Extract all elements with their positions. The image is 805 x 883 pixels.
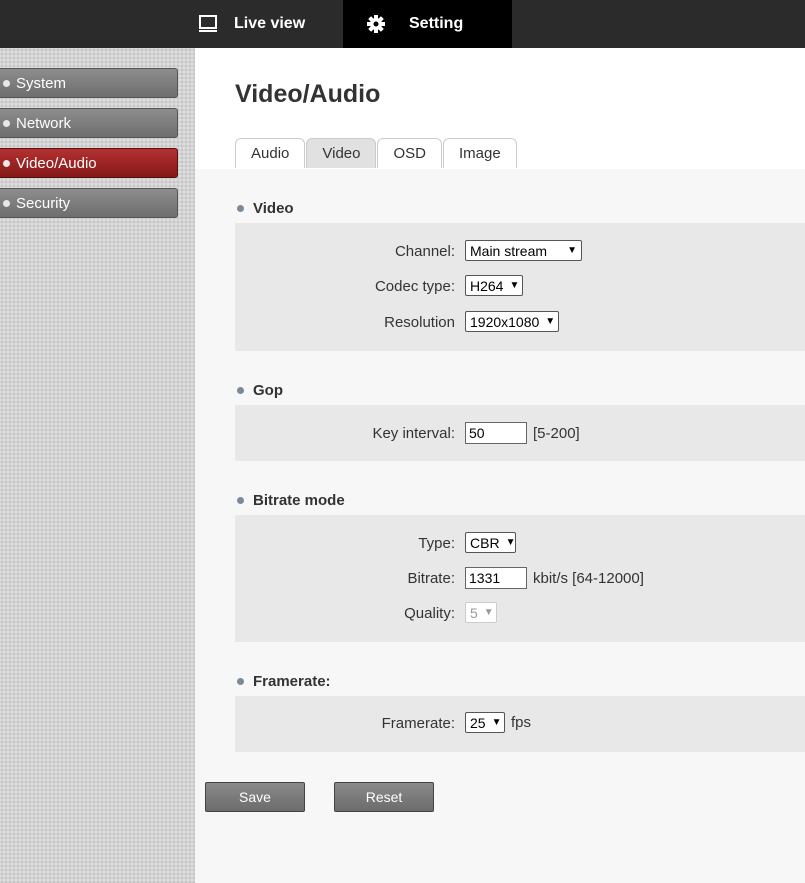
reset-button[interactable]: Reset [334,782,434,812]
sidebar-item-system[interactable]: System [0,68,178,98]
gop-panel: Key interval: [5-200] [235,405,805,461]
chevron-down-icon: ▼ [545,316,556,327]
section-title: Bitrate mode [253,492,345,509]
channel-select[interactable]: Main stream ▼ [465,240,582,261]
chevron-down-icon: ▼ [491,717,502,728]
bullet-icon [237,678,244,685]
section-bitrate-heading: Bitrate mode [237,492,345,509]
channel-value: Main stream [470,242,548,259]
quality-select[interactable]: 5 ▼ [465,602,497,623]
section-video-heading: Video [237,200,294,217]
chevron-down-icon: ▼ [483,607,494,618]
section-title: Gop [253,382,283,399]
sidebar-item-label: System [16,74,67,92]
bullet-icon [3,79,10,87]
key-interval-input[interactable] [465,422,527,444]
tab-image[interactable]: Image [442,138,517,168]
bitrate-type-row: Type: CBR ▼ [235,532,805,556]
nav-tab-live-view[interactable]: Live view [198,0,305,48]
key-interval-label: Key interval: [372,425,455,442]
bitrate-range-hint: kbit/s [64-12000] [533,569,644,587]
chevron-down-icon: ▼ [567,245,577,256]
sidebar: System Network Video/Audio Security [0,48,195,883]
main-content: Video/Audio Audio Video OSD Image Video … [195,48,805,883]
resolution-value: 1920x1080 [470,313,540,330]
nav-tab-live-view-label: Live view [234,15,306,32]
resolution-label: Resolution [384,314,455,331]
bullet-icon [3,159,10,167]
quality-row: Quality: 5 ▼ [235,602,805,626]
bitrate-panel: Type: CBR ▼ Bitrate: kbit/s [64-12000] Q… [235,515,805,642]
codec-select[interactable]: H264 ▼ [465,275,523,296]
bitrate-label: Bitrate: [407,570,455,587]
tab-bar: Audio Video OSD Image [235,138,518,168]
video-panel: Channel: Main stream ▼ Codec type: H264 … [235,223,805,351]
sidebar-item-label: Network [16,114,72,132]
gear-icon [365,13,387,35]
quality-value: 5 [470,604,478,621]
codec-label: Codec type: [374,278,455,295]
quality-label: Quality: [404,605,455,622]
tab-osd[interactable]: OSD [377,138,442,168]
section-title: Video [253,200,294,217]
section-framerate-heading: Framerate: [237,673,331,690]
framerate-label: Framerate: [381,715,455,732]
sidebar-item-security[interactable]: Security [0,188,178,218]
framerate-unit: fps [511,714,532,731]
bitrate-type-select[interactable]: CBR ▼ [465,532,516,553]
sidebar-item-label: Security [16,194,71,212]
bitrate-input[interactable] [465,567,527,589]
resolution-select[interactable]: 1920x1080 ▼ [465,311,559,332]
bullet-icon [237,387,244,394]
framerate-row: Framerate: 25 ▼ fps [235,712,805,736]
chevron-down-icon: ▼ [509,280,520,291]
channel-row: Channel: Main stream ▼ [235,240,805,264]
channel-label: Channel: [394,243,455,260]
monitor-icon [198,13,220,35]
sidebar-item-video-audio[interactable]: Video/Audio [0,148,178,178]
nav-tab-setting[interactable]: Setting [343,0,512,48]
resolution-row: Resolution 1920x1080 ▼ [235,311,805,335]
section-title: Framerate: [253,673,331,690]
bullet-icon [3,119,10,127]
bullet-icon [237,497,244,504]
save-button[interactable]: Save [205,782,305,812]
top-navbar: Live view Setting [0,0,805,48]
sidebar-item-label: Video/Audio [16,154,97,172]
bitrate-type-value: CBR [470,534,500,551]
tab-audio[interactable]: Audio [235,138,306,168]
bitrate-type-label: Type: [418,535,455,552]
bullet-icon [237,205,244,212]
chevron-down-icon: ▼ [505,537,516,548]
key-interval-row: Key interval: [5-200] [235,422,805,446]
page-title: Video/Audio [235,80,381,108]
bullet-icon [3,199,10,207]
key-interval-range-hint: [5-200] [533,424,580,442]
section-gop-heading: Gop [237,382,283,399]
framerate-panel: Framerate: 25 ▼ fps [235,696,805,752]
bitrate-row: Bitrate: kbit/s [64-12000] [235,567,805,591]
framerate-select[interactable]: 25 ▼ [465,712,505,733]
sidebar-item-network[interactable]: Network [0,108,178,138]
tab-video[interactable]: Video [306,138,377,168]
codec-value: H264 [470,277,504,294]
codec-row: Codec type: H264 ▼ [235,275,805,299]
nav-tab-setting-label: Setting [409,15,464,32]
framerate-value: 25 [470,714,486,731]
